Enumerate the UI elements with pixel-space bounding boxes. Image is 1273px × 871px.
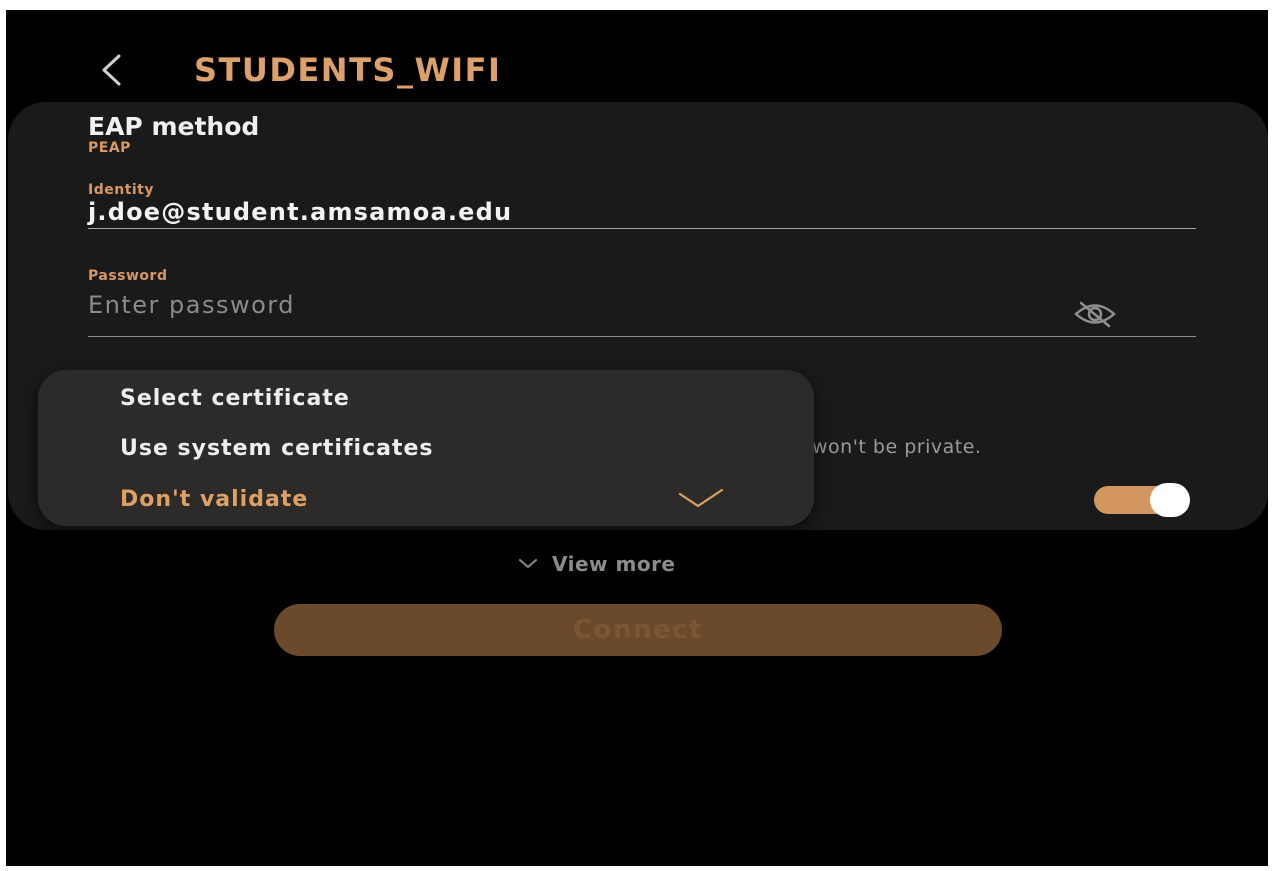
back-button[interactable] — [90, 48, 134, 92]
eap-method-value[interactable]: PEAP — [88, 138, 131, 158]
identity-field[interactable]: j.doe@student.amsamoa.edu — [88, 196, 1196, 229]
identity-value[interactable]: j.doe@student.amsamoa.edu — [88, 196, 512, 228]
chevron-down-icon — [519, 559, 537, 568]
view-more-label: View more — [552, 552, 676, 576]
connect-button[interactable]: Connect — [274, 604, 1002, 656]
password-field[interactable] — [88, 288, 1196, 337]
option-use-system-certificates[interactable]: Use system certificates — [120, 434, 434, 464]
option-dont-validate[interactable]: Don't validate — [120, 485, 308, 515]
chevron-left-icon — [102, 54, 121, 86]
privacy-warning-text: won't be private. — [812, 436, 982, 458]
screenshot-frame: STUDENTS_WIFI EAP method PEAP Identity j… — [0, 0, 1273, 871]
page-title: STUDENTS_WIFI — [194, 51, 502, 89]
view-more-button[interactable]: View more — [518, 548, 676, 580]
connect-button-label: Connect — [573, 615, 703, 645]
option-select-certificate[interactable]: Select certificate — [120, 384, 350, 414]
password-input[interactable] — [88, 288, 988, 322]
wifi-settings-screen: STUDENTS_WIFI EAP method PEAP Identity j… — [6, 10, 1268, 866]
toggle-knob — [1150, 483, 1190, 517]
toggle-switch[interactable] — [1094, 483, 1190, 517]
certificate-dropdown-menu: Select certificate Use system certificat… — [38, 370, 814, 526]
password-label: Password — [88, 268, 168, 284]
checkmark-icon — [678, 488, 724, 508]
eye-off-icon — [1074, 301, 1116, 328]
password-visibility-toggle[interactable] — [1070, 296, 1120, 332]
